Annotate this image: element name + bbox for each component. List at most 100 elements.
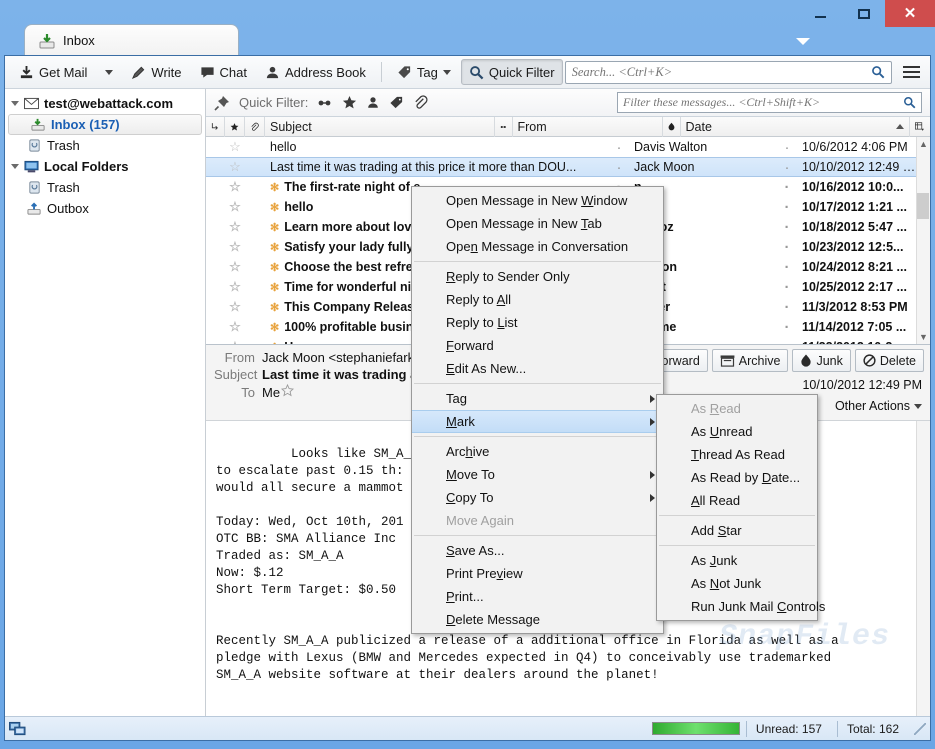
menu-item-print-preview[interactable]: Print Preview	[412, 562, 663, 585]
menu-item-delete-message[interactable]: Delete Message	[412, 608, 663, 631]
quick-filter-button[interactable]: Quick Filter	[460, 59, 563, 85]
column-date[interactable]: Date	[681, 116, 910, 137]
column-read[interactable]	[495, 116, 513, 137]
menu-item-open-message-in-conversation[interactable]: Open Message in Conversation	[412, 235, 663, 258]
menu-item-move-to[interactable]: Move To	[412, 463, 663, 486]
attachment-icon[interactable]	[413, 95, 428, 110]
row-star-icon[interactable]: ☆	[225, 159, 245, 175]
menu-item-print[interactable]: Print...	[412, 585, 663, 608]
global-search-box[interactable]	[564, 60, 892, 84]
row-star-icon[interactable]: ☆	[225, 339, 245, 344]
unread-icon[interactable]	[317, 97, 333, 109]
mark-item-all-read[interactable]: All Read	[657, 489, 817, 512]
row-star-icon[interactable]: ☆	[225, 319, 245, 335]
address-book-button[interactable]: Address Book	[257, 59, 374, 85]
table-row[interactable]: ☆ hello · Davis Walton · 10/6/2012 4:06 PM	[206, 137, 916, 157]
tag-button[interactable]: Tag	[389, 59, 459, 85]
row-star-icon[interactable]: ☆	[225, 219, 245, 235]
other-actions-button[interactable]: Other Actions	[835, 399, 922, 413]
menu-item-reply-to-all[interactable]: Reply to All	[412, 288, 663, 311]
progress-fill	[652, 723, 739, 734]
menu-item-edit-as-new[interactable]: Edit As New...	[412, 357, 663, 380]
mark-item-thread-as-read[interactable]: Thread As Read	[657, 443, 817, 466]
mark-item-add-star[interactable]: Add Star	[657, 519, 817, 542]
row-star-icon[interactable]: ☆	[225, 179, 245, 195]
scroll-down-arrow[interactable]: ▼	[919, 332, 928, 342]
resize-grip[interactable]	[914, 722, 926, 735]
search-icon[interactable]	[903, 96, 916, 109]
scroll-up-arrow[interactable]: ▲	[919, 139, 928, 149]
search-input[interactable]	[571, 64, 871, 80]
twisty-open-icon[interactable]	[11, 164, 19, 169]
mark-item-run-junk-mail-controls[interactable]: Run Junk Mail Controls	[657, 595, 825, 618]
junk-button[interactable]: Junk	[792, 349, 851, 372]
close-button[interactable]: ✕	[885, 0, 935, 27]
row-star-icon[interactable]: ☆	[225, 259, 245, 275]
get-mail-button[interactable]: Get Mail	[11, 59, 95, 85]
row-star-icon[interactable]: ☆	[225, 279, 245, 295]
row-star-icon[interactable]: ☆	[225, 139, 245, 155]
column-junk[interactable]	[663, 116, 681, 137]
column-picker[interactable]	[910, 117, 930, 137]
quick-filter-search-box[interactable]	[617, 92, 922, 113]
trash-icon	[29, 139, 40, 152]
menu-item-mark[interactable]: Mark	[412, 410, 663, 433]
sidebar-item-local-folders[interactable]: Local Folders	[5, 156, 205, 177]
column-attachment[interactable]	[245, 116, 265, 137]
subject-label: Subject	[214, 367, 258, 382]
starred-icon[interactable]	[342, 95, 357, 110]
connection-icon[interactable]	[9, 721, 26, 737]
sidebar-item-outbox[interactable]: Outbox	[5, 198, 205, 219]
menu-item-tag[interactable]: Tag	[412, 387, 663, 410]
mark-item-as-junk[interactable]: As Junk	[657, 549, 817, 572]
message-list-scrollbar[interactable]: ▲ ▼	[916, 137, 930, 344]
maximize-button[interactable]	[842, 0, 885, 27]
app-menu-button[interactable]	[903, 66, 920, 78]
search-icon[interactable]	[871, 65, 885, 79]
row-star-icon[interactable]: ☆	[225, 299, 245, 315]
mark-item-as-not-junk[interactable]: As Not Junk	[657, 572, 817, 595]
quick-filter-input[interactable]	[623, 95, 903, 110]
list-all-tabs-icon[interactable]	[796, 38, 810, 45]
row-star-icon[interactable]: ☆	[225, 239, 245, 255]
chat-button[interactable]: Chat	[192, 59, 255, 85]
menu-item-archive[interactable]: Archive	[412, 440, 663, 463]
row-star-icon[interactable]: ☆	[225, 199, 245, 215]
menu-item-save-as[interactable]: Save As...	[412, 539, 663, 562]
archive-button[interactable]: Archive	[711, 349, 789, 372]
menu-item-open-message-in-new-window[interactable]: Open Message in New Window	[412, 189, 663, 212]
column-from[interactable]: From	[513, 116, 663, 137]
sidebar-item-inbox[interactable]: Inbox (157)	[8, 114, 202, 135]
pin-icon[interactable]	[214, 95, 230, 111]
contact-icon[interactable]	[366, 95, 380, 110]
twisty-open-icon[interactable]	[11, 101, 19, 106]
sidebar-item-trash-local[interactable]: Trash	[5, 177, 205, 198]
chevron-down-icon	[914, 403, 922, 409]
write-button[interactable]: Write	[123, 59, 189, 85]
from-value[interactable]: Jack Moon <stephaniefarkas	[262, 350, 428, 365]
mark-item-as-unread[interactable]: As Unread	[657, 420, 817, 443]
menu-item-open-message-in-new-tab[interactable]: Open Message in New Tab	[412, 212, 663, 235]
star-icon[interactable]	[281, 384, 295, 397]
sidebar-item-account[interactable]: test@webattack.com	[5, 93, 205, 114]
column-thread[interactable]	[206, 116, 225, 137]
menu-item-reply-to-sender-only[interactable]: Reply to Sender Only	[412, 265, 663, 288]
row-subject[interactable]: hello	[265, 140, 610, 154]
row-subject[interactable]: Last time it was trading at this price i…	[265, 160, 610, 174]
menu-item-copy-to[interactable]: Copy To	[412, 486, 663, 509]
message-body-scrollbar[interactable]	[916, 421, 930, 716]
menu-item-forward[interactable]: Forward	[412, 334, 663, 357]
table-row[interactable]: ☆ Last time it was trading at this price …	[206, 157, 916, 177]
column-subject[interactable]: Subject	[265, 116, 495, 137]
menu-item-reply-to-list[interactable]: Reply to List	[412, 311, 663, 334]
minimize-button[interactable]	[799, 0, 842, 27]
to-value[interactable]: Me	[262, 385, 280, 400]
get-mail-dropdown[interactable]	[97, 59, 121, 85]
scroll-thumb[interactable]	[917, 193, 929, 219]
column-star[interactable]	[225, 116, 245, 137]
sidebar-item-trash-account[interactable]: Trash	[5, 135, 205, 156]
delete-button[interactable]: Delete	[854, 349, 924, 372]
mark-item-as-read-by-date[interactable]: As Read by Date...	[657, 466, 817, 489]
tag-icon[interactable]	[389, 95, 404, 110]
tab-inbox[interactable]: Inbox	[24, 24, 239, 56]
